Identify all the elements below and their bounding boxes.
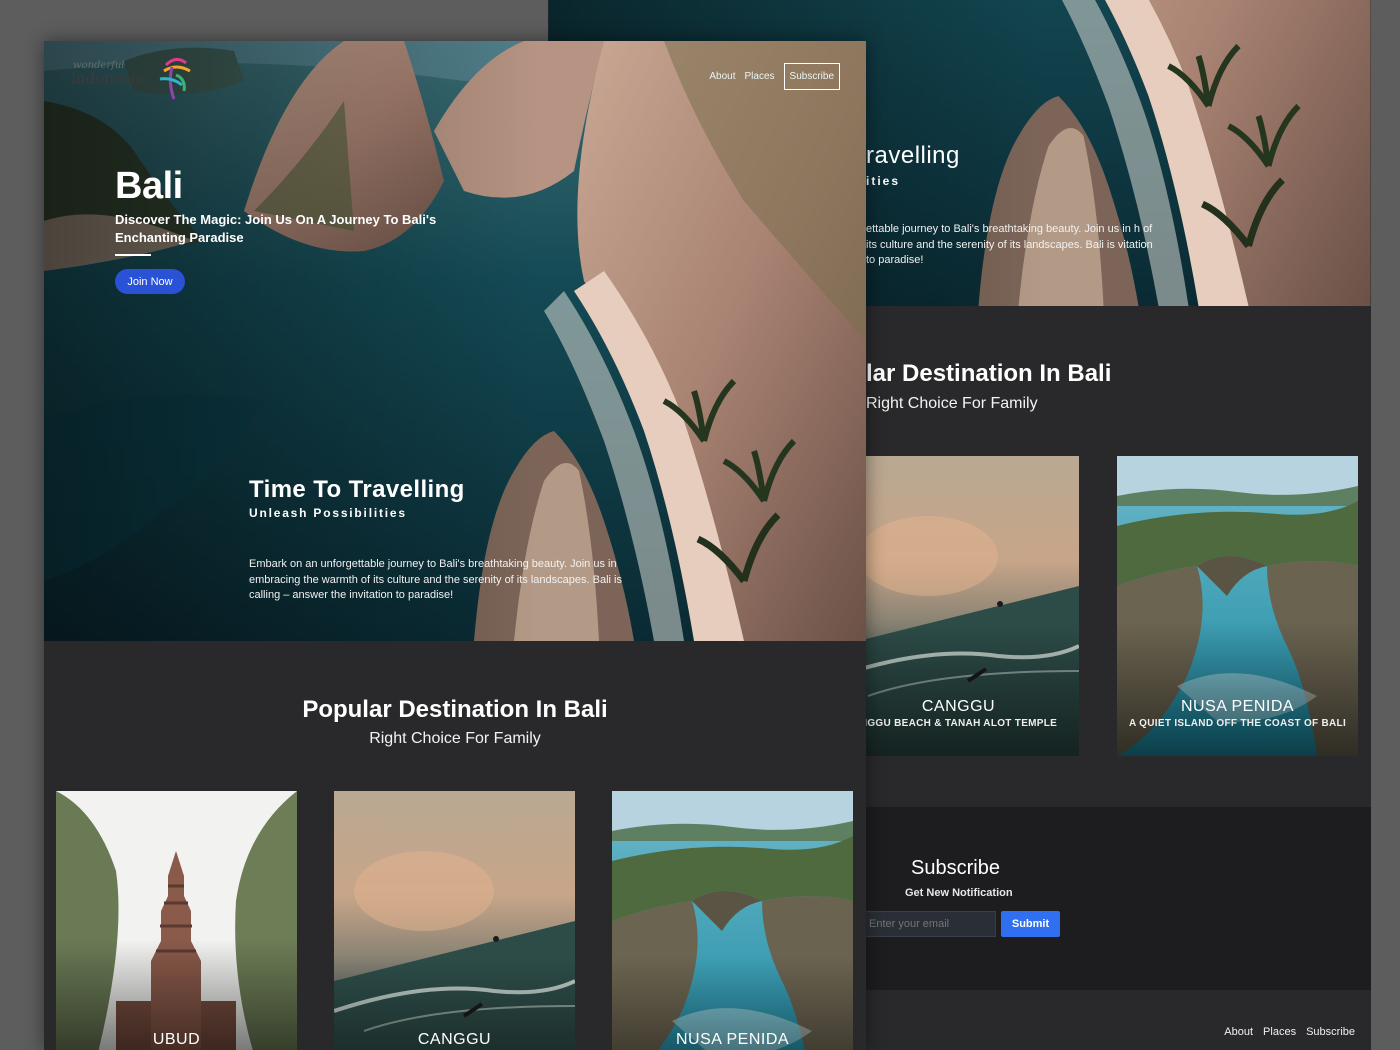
intro-title: Time To Travelling xyxy=(249,476,465,503)
card-canggu[interactable]: CANGGU xyxy=(334,791,575,1050)
submit-button[interactable]: Submit xyxy=(1001,911,1060,937)
hero-image xyxy=(44,41,866,641)
footer-link-about[interactable]: About xyxy=(1224,1026,1253,1038)
card-ubud[interactable]: UBUD xyxy=(56,791,297,1050)
card-caption: A QUIET ISLAND OFF THE COAST OF BALI xyxy=(1128,718,1347,729)
back-intro: ravelling ities xyxy=(866,142,960,188)
nav-subscribe-button[interactable]: Subscribe xyxy=(783,63,840,90)
back-card-canggu[interactable]: CANGGU NGGU BEACH & TANAH ALOT TEMPLE xyxy=(838,456,1079,756)
email-input[interactable] xyxy=(862,911,996,937)
back-popular-subtitle: Right Choice For Family xyxy=(866,395,1038,412)
nav-about[interactable]: About xyxy=(709,71,735,82)
front-page-preview: wonderful indonesia About Places Subscri… xyxy=(44,41,866,1050)
canggu-image xyxy=(334,791,575,1050)
back-intro-subtitle: ities xyxy=(866,174,901,188)
subscribe-title: Subscribe xyxy=(911,857,1000,879)
card-title: CANGGU xyxy=(921,698,996,715)
card-nusa-penida[interactable]: NUSA PENIDA xyxy=(612,791,853,1050)
footer-link-subscribe[interactable]: Subscribe xyxy=(1306,1026,1355,1038)
footer-link-places[interactable]: Places xyxy=(1263,1026,1296,1038)
popular-subtitle: Right Choice For Family xyxy=(369,730,541,747)
card-title: NUSA PENIDA xyxy=(675,1031,790,1048)
intro-body: Embark on an unforgettable journey to Ba… xyxy=(249,558,622,601)
hero-divider xyxy=(115,254,151,256)
card-title: CANGGU xyxy=(417,1031,492,1048)
top-nav: About Places Subscribe xyxy=(709,63,840,90)
ubud-image xyxy=(56,791,297,1050)
popular-title: Popular Destination In Bali xyxy=(302,696,608,723)
card-title: NUSA PENIDA xyxy=(1180,698,1295,715)
nusa-penida-image xyxy=(612,791,853,1050)
back-intro-title: ravelling xyxy=(866,142,960,169)
back-popular-title: lar Destination In Bali xyxy=(866,360,1112,387)
join-now-button[interactable]: Join Now xyxy=(115,269,185,294)
hero: wonderful indonesia About Places Subscri… xyxy=(44,41,866,641)
back-intro-body: ettable journey to Bali's breathtaking b… xyxy=(866,223,1153,266)
card-title: UBUD xyxy=(152,1031,201,1048)
subscribe-subtitle: Get New Notification xyxy=(905,887,1013,899)
hero-tagline: Discover The Magic: Join Us On A Journey… xyxy=(115,212,437,245)
footer-nav: About Places Subscribe xyxy=(1224,1026,1355,1038)
back-card-nusa-penida[interactable]: NUSA PENIDA A QUIET ISLAND OFF THE COAST… xyxy=(1117,456,1358,756)
garuda-logo-icon xyxy=(159,58,191,100)
nav-places[interactable]: Places xyxy=(745,71,775,82)
brand-logo[interactable]: wonderful indonesia xyxy=(70,55,194,105)
intro-subtitle: Unleash Possibilities xyxy=(249,506,407,520)
logo-indonesia-text: indonesia xyxy=(71,69,145,87)
card-caption: NGGU BEACH & TANAH ALOT TEMPLE xyxy=(859,718,1058,729)
hero-title: Bali xyxy=(115,165,183,207)
